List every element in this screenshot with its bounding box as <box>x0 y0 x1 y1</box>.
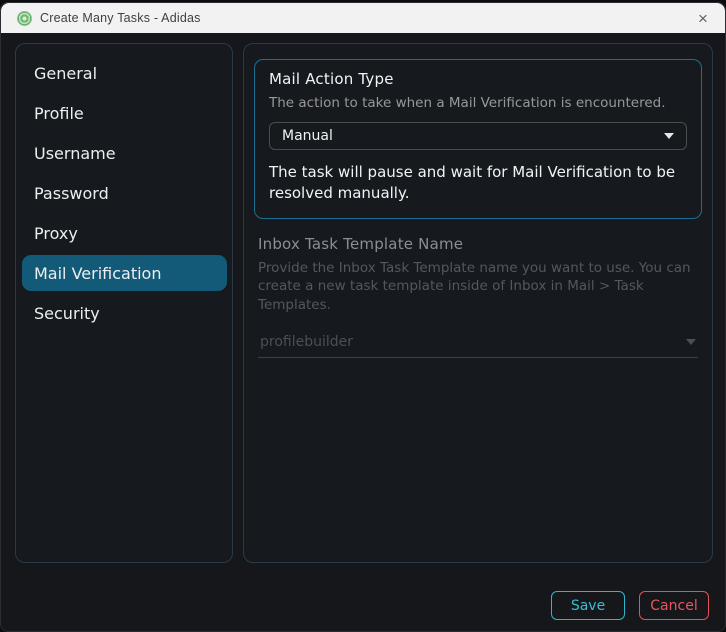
inbox-template-select: profilebuilder <box>258 328 698 358</box>
chevron-down-icon <box>686 339 696 346</box>
inbox-template-selected-value: profilebuilder <box>260 334 354 351</box>
cancel-button[interactable]: Cancel <box>639 591 709 620</box>
mail-action-section: Mail Action Type The action to take when… <box>254 59 702 220</box>
mail-action-select[interactable]: Manual <box>269 122 687 151</box>
mail-action-note: The task will pause and wait for Mail Ve… <box>269 163 676 203</box>
sidebar-item-proxy[interactable]: Proxy <box>22 215 227 251</box>
window-title: Create Many Tasks - Adidas <box>40 11 201 25</box>
dialog-body: General Profile Username Password Proxy Mail … <box>1 33 725 631</box>
close-icon[interactable]: × <box>681 3 725 33</box>
app-logo-icon <box>17 10 32 26</box>
save-button[interactable]: Save <box>551 591 625 620</box>
sidebar-item-general[interactable]: General <box>22 55 227 91</box>
main-panel: Mail Action Type The action to take when… <box>243 43 713 563</box>
sidebar-item-profile[interactable]: Profile <box>22 95 227 131</box>
mail-action-description: The action to take when a Mail Verificat… <box>269 95 666 111</box>
sidebar-item-mail-verification[interactable]: Mail Verification <box>22 255 227 291</box>
inbox-template-description: Provide the Inbox Task Template name you… <box>258 260 691 313</box>
inbox-template-title: Inbox Task Template Name <box>258 235 464 254</box>
dialog-window: Create Many Tasks - Adidas × General Prof… <box>0 2 726 632</box>
title-bar: Create Many Tasks - Adidas × <box>1 3 725 33</box>
sidebar-item-password[interactable]: Password <box>22 175 227 211</box>
inbox-template-section: Inbox Task Template Name Provide the Inb… <box>258 235 698 358</box>
mail-action-selected-value: Manual <box>282 128 333 145</box>
chevron-down-icon <box>664 133 674 140</box>
sidebar-item-security[interactable]: Security <box>22 295 227 331</box>
sidebar: General Profile Username Password Proxy Mail … <box>15 43 233 563</box>
sidebar-list: General Profile Username Password Proxy Mail … <box>16 55 232 331</box>
mail-action-title: Mail Action Type <box>269 70 394 88</box>
footer-actions: Save Cancel <box>551 591 709 620</box>
sidebar-item-username[interactable]: Username <box>22 135 227 171</box>
